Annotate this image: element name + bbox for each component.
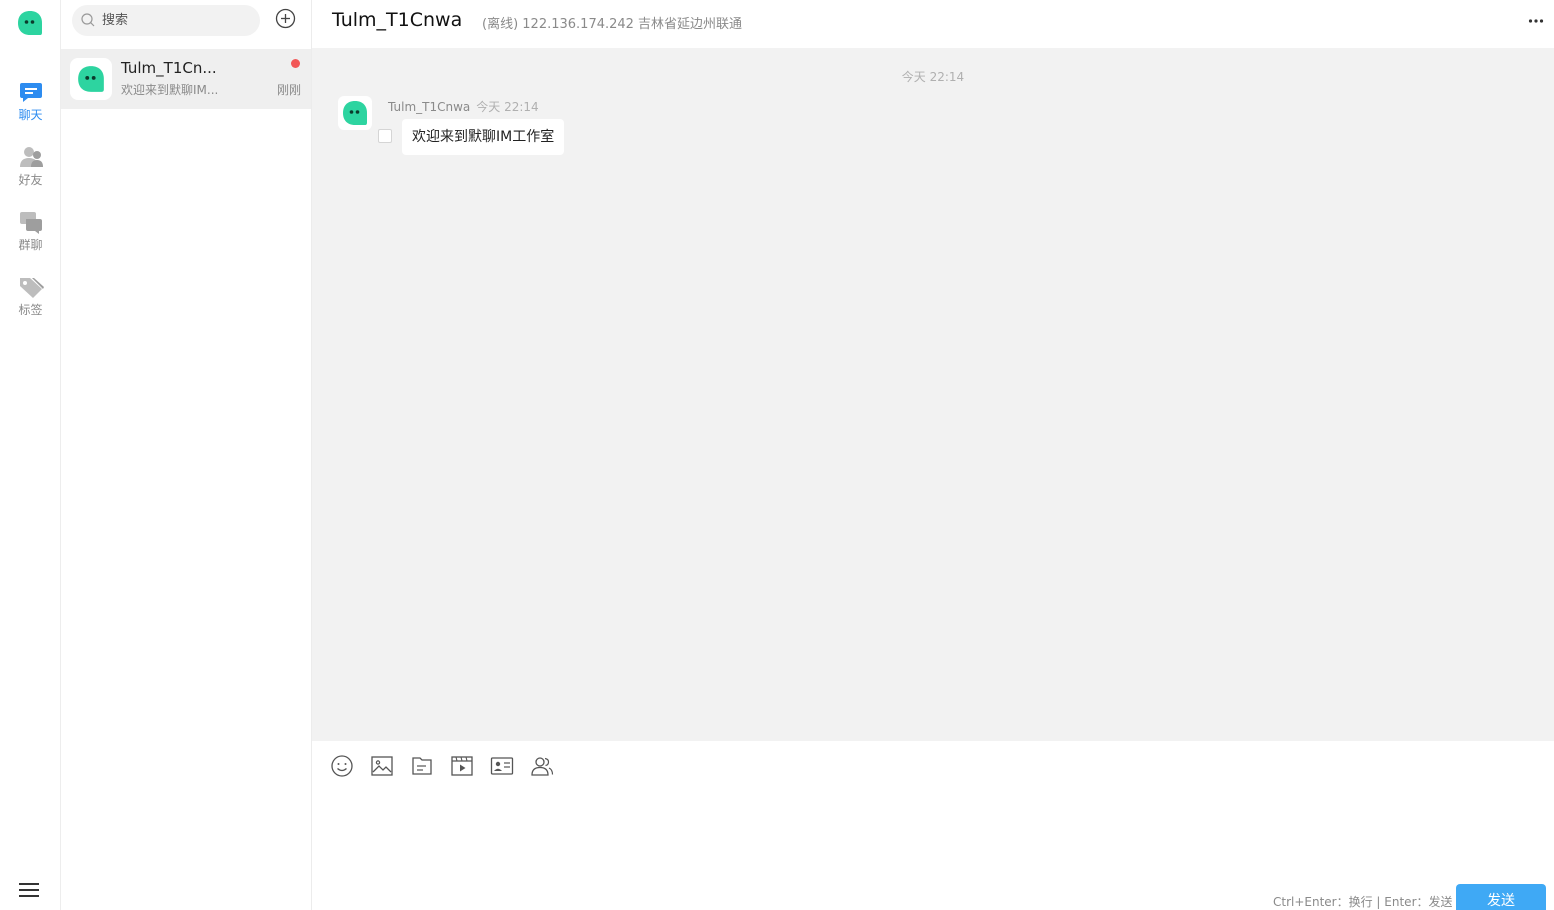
contact-avatar-icon xyxy=(78,66,104,92)
composer-toolbar xyxy=(312,741,1554,791)
message-area[interactable]: 今天 22:14 Tulm_T1Cnwa 今天 22:14 欢迎来到默聊IM工作室 xyxy=(312,48,1554,741)
message-timestamp: 今天 22:14 xyxy=(901,70,965,84)
send-button[interactable]: 发送 xyxy=(1456,884,1546,910)
group-chat-icon xyxy=(19,212,42,234)
conversation-time: 刚刚 xyxy=(276,83,301,97)
conversation-preview: 欢迎来到默聊IM... xyxy=(121,83,219,97)
file-icon[interactable] xyxy=(410,754,434,778)
nav-item-group-chat-label: 群聊 xyxy=(18,238,43,252)
conversation-name: Tulm_T1Cn... xyxy=(121,59,217,77)
chat-status: (离线) 122.136.174.242 吉林省延边州联通 xyxy=(482,17,743,32)
message-meta: Tulm_T1Cnwa 今天 22:14 xyxy=(388,98,539,115)
app-logo-icon xyxy=(18,11,42,35)
message-editor[interactable] xyxy=(312,791,1554,886)
app-window: 聊天 好友 群聊 标签 搜索 Tulm_T1Cn... 欢迎来到默聊IM... … xyxy=(0,0,1554,910)
unread-dot xyxy=(291,59,300,68)
group-card-icon[interactable] xyxy=(530,754,554,778)
search-box xyxy=(72,5,260,36)
emoji-icon[interactable] xyxy=(330,754,354,778)
nav-item-friends-label: 好友 xyxy=(18,173,43,187)
friends-icon xyxy=(19,147,43,167)
chat-header: Tulm_T1Cnwa (离线) 122.136.174.242 吉林省延边州联… xyxy=(312,0,1554,48)
nav-item-tags[interactable]: 标签 xyxy=(0,275,61,331)
avatar xyxy=(70,58,112,100)
more-icon[interactable] xyxy=(1528,18,1544,24)
message-time: 今天 22:14 xyxy=(476,100,539,114)
nav-rail: 聊天 好友 群聊 标签 xyxy=(0,0,61,910)
sender-avatar-icon xyxy=(343,101,367,125)
chat-title: Tulm_T1Cnwa xyxy=(332,9,463,31)
contact-card-icon[interactable] xyxy=(490,754,514,778)
message-avatar[interactable] xyxy=(338,96,372,130)
nav-item-tags-label: 标签 xyxy=(18,303,43,317)
message-select-checkbox[interactable] xyxy=(378,129,392,143)
send-hint: Ctrl+Enter：换行 | Enter：发送 xyxy=(1273,895,1453,909)
nav-item-friends[interactable]: 好友 xyxy=(0,145,61,201)
conversation-list-panel: Tulm_T1Cn... 欢迎来到默聊IM... 刚刚 xyxy=(61,0,312,910)
search-input[interactable] xyxy=(102,5,252,36)
add-icon[interactable] xyxy=(275,8,296,29)
chat-panel: Tulm_T1Cnwa (离线) 122.136.174.242 吉林省延边州联… xyxy=(312,0,1554,910)
message-bubble[interactable]: 欢迎来到默聊IM工作室 xyxy=(402,119,565,155)
conversation-item[interactable]: Tulm_T1Cn... 欢迎来到默聊IM... 刚刚 xyxy=(61,49,311,109)
message-input[interactable] xyxy=(312,791,1554,886)
nav-item-chat-label: 聊天 xyxy=(18,108,43,122)
message-sender: Tulm_T1Cnwa xyxy=(388,100,471,114)
nav-item-chat[interactable]: 聊天 xyxy=(0,80,61,136)
video-icon[interactable] xyxy=(450,754,474,778)
search-icon xyxy=(81,13,95,27)
nav-item-group-chat[interactable]: 群聊 xyxy=(0,210,61,266)
chat-icon xyxy=(19,83,42,102)
image-icon[interactable] xyxy=(370,754,394,778)
tag-icon xyxy=(19,278,44,298)
menu-icon[interactable] xyxy=(19,881,39,899)
